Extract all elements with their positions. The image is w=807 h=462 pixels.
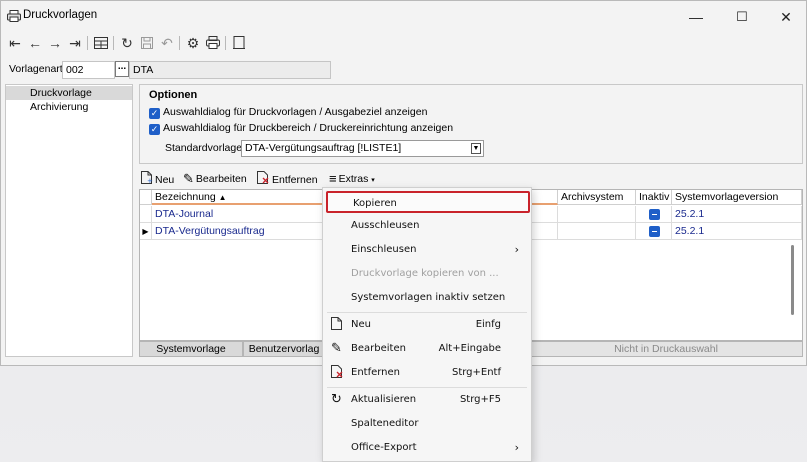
current-row-arrow-icon: ▶ <box>140 223 152 240</box>
cell-inaktiv <box>636 223 672 240</box>
grid-toolbar: + Neu ✎ Bearbeiten Entfernen ≡ Extras ▾ <box>139 169 803 189</box>
standardvorlage-value: DTA-Vergütungsauftrag [!LISTE1] <box>245 142 402 154</box>
pencil-icon: ✎ <box>331 341 342 356</box>
toolbar-divider <box>225 36 226 50</box>
tab-systemvorlage[interactable]: Systemvorlage <box>139 341 243 357</box>
menu-item-entfernen[interactable]: Entfernen Strg+Entf <box>323 362 531 384</box>
chevron-right-icon: › <box>514 441 519 454</box>
remove-document-icon <box>331 362 344 384</box>
menu-separator <box>327 312 527 313</box>
vorlagenart-input[interactable]: 002 <box>62 61 115 79</box>
window-title: Druckvorlagen <box>23 9 98 21</box>
extras-context-menu: Kopieren Ausschleusen Einschleusen › Druc… <box>322 187 532 462</box>
vertical-scrollbar[interactable] <box>791 245 794 315</box>
menu-item-bearbeiten[interactable]: ✎ Bearbeiten Alt+Eingabe <box>323 338 531 360</box>
menu-item-ausschleusen[interactable]: Ausschleusen <box>323 215 531 237</box>
tab-benutzervorlage[interactable]: Benutzervorlag <box>243 341 325 357</box>
standardvorlage-select[interactable]: DTA-Vergütungsauftrag [!LISTE1] ▼ <box>241 140 484 157</box>
column-header-inaktiv[interactable]: Inaktiv <box>636 190 672 205</box>
prev-icon[interactable]: ← <box>25 33 45 53</box>
refresh-icon: ↻ <box>331 392 342 407</box>
caret-down-icon: ▾ <box>371 177 375 184</box>
menu-item-kopieren[interactable]: Kopieren <box>326 191 530 213</box>
column-header-version[interactable]: Systemvorlageversion <box>672 190 802 205</box>
options-title: Optionen <box>149 89 198 101</box>
checkbox-checked-icon[interactable]: ✓ <box>149 124 160 135</box>
menu-lines-icon: ≡ <box>329 171 337 186</box>
checkbox-indeterminate-icon[interactable] <box>649 226 660 237</box>
tab-nicht-in-druckauswahl[interactable]: Nicht in Druckauswahl <box>529 341 803 357</box>
cell-version: 25.2.1 <box>672 206 802 223</box>
vorlagenart-label: Vorlagenart <box>9 63 63 75</box>
check-druckvorlagen-dialog[interactable]: ✓ Auswahldialog für Druckvorlagen / Ausga… <box>149 105 427 119</box>
settings-icon[interactable]: ⚙ <box>183 33 203 53</box>
cell-inaktiv <box>636 206 672 223</box>
refresh-icon[interactable]: ↻ <box>117 33 137 53</box>
toolbar-divider <box>113 36 114 50</box>
close-button[interactable]: ✕ <box>763 5 807 29</box>
vorlagenart-description: DTA <box>129 61 331 79</box>
sidebar-item-druckvorlage[interactable]: Druckvorlage <box>6 86 132 100</box>
check-druckbereich-dialog[interactable]: ✓ Auswahldialog für Druckbereich / Drucke… <box>149 121 453 135</box>
checkbox-checked-icon[interactable]: ✓ <box>149 108 160 119</box>
remove-document-icon <box>257 171 269 184</box>
main-toolbar: ⇤ ← → ⇥ ↻ ↶ ⚙ <box>1 31 806 55</box>
menu-item-einschleusen[interactable]: Einschleusen › <box>323 239 531 261</box>
check-label: Auswahldialog für Druckvorlagen / Ausgab… <box>163 106 428 118</box>
save-icon[interactable] <box>137 33 157 53</box>
column-header-archivsystem[interactable]: Archivsystem <box>558 190 636 205</box>
standardvorlage-label: Standardvorlage <box>165 142 243 154</box>
cell-archivsystem <box>558 223 636 240</box>
dropdown-arrow-icon[interactable]: ▼ <box>471 143 481 154</box>
menu-item-spalteneditor[interactable]: Spalteneditor <box>323 413 531 435</box>
row-indicator-header <box>140 190 152 205</box>
new-button[interactable]: + Neu <box>141 171 174 187</box>
row-indicator <box>140 206 152 223</box>
options-panel: Optionen ✓ Auswahldialog für Druckvorlage… <box>139 84 803 164</box>
menu-item-neu[interactable]: Neu Einfg <box>323 314 531 336</box>
next-icon[interactable]: → <box>45 33 65 53</box>
printer-app-icon <box>7 10 21 22</box>
check-label: Auswahldialog für Druckbereich / Drucker… <box>163 122 454 134</box>
sort-ascending-icon: ▲ <box>218 193 227 202</box>
menu-item-office-export[interactable]: Office-Export › <box>323 437 531 459</box>
first-record-icon[interactable]: ⇤ <box>5 33 25 53</box>
menu-separator <box>327 387 527 388</box>
menu-item-kopieren-von: Druckvorlage kopieren von ... <box>351 268 499 279</box>
edit-button[interactable]: ✎ Bearbeiten <box>183 171 247 187</box>
exit-icon[interactable] <box>229 33 249 53</box>
toolbar-divider <box>179 36 180 50</box>
extras-button[interactable]: ≡ Extras ▾ <box>329 171 375 187</box>
title-bar: Druckvorlagen — ☐ ✕ <box>1 1 806 31</box>
minimize-button[interactable]: — <box>673 5 719 29</box>
last-record-icon[interactable]: ⇥ <box>65 33 85 53</box>
cell-archivsystem <box>558 206 636 223</box>
pencil-icon: ✎ <box>183 171 194 186</box>
new-document-icon <box>331 314 343 336</box>
chevron-right-icon: › <box>514 243 519 256</box>
remove-button[interactable]: Entfernen <box>257 171 318 187</box>
new-document-icon: + <box>141 171 153 184</box>
cell-version: 25.2.1 <box>672 223 802 240</box>
toolbar-divider <box>87 36 88 50</box>
svg-text:+: + <box>147 177 153 184</box>
vorlagenart-row: Vorlagenart 002 ... DTA <box>1 59 806 81</box>
maximize-button[interactable]: ☐ <box>719 5 765 29</box>
table-view-icon[interactable] <box>91 33 111 53</box>
sidebar-item-archivierung[interactable]: Archivierung <box>6 100 132 114</box>
sidebar: Druckvorlage Archivierung <box>5 84 133 357</box>
lookup-button[interactable]: ... <box>115 61 129 77</box>
undo-icon[interactable]: ↶ <box>157 33 177 53</box>
checkbox-indeterminate-icon[interactable] <box>649 209 660 220</box>
print-icon[interactable] <box>203 33 223 53</box>
menu-item-inaktiv-setzen[interactable]: Systemvorlagen inaktiv setzen <box>323 287 531 309</box>
menu-item-aktualisieren[interactable]: ↻ Aktualisieren Strg+F5 <box>323 389 531 411</box>
